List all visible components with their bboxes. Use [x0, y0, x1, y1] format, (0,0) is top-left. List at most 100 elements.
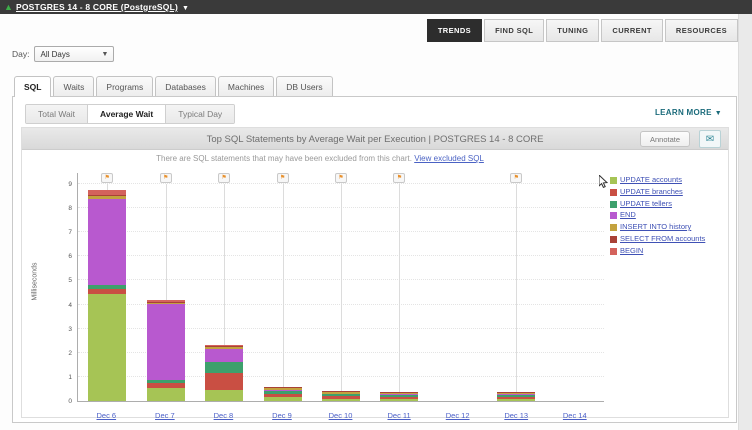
y-tick-label: 2: [68, 349, 72, 357]
x-label-cell: Dec 10: [311, 405, 370, 423]
bar-segment[interactable]: [146, 387, 185, 401]
legend-swatch: [610, 200, 617, 208]
stacked-bar-dec-8[interactable]: [205, 344, 244, 401]
content-panel: Total Wait Average Wait Typical Day LEAR…: [12, 96, 737, 423]
y-axis-title: Milliseconds: [31, 262, 39, 301]
x-axis-date-link[interactable]: Dec 14: [563, 411, 587, 420]
legend-item[interactable]: UPDATE branches: [610, 187, 705, 196]
annotation-flag-icon[interactable]: ⚑: [510, 173, 523, 183]
x-axis-date-link[interactable]: Dec 13: [504, 411, 528, 420]
y-tick-label: 7: [68, 229, 72, 237]
annotation-flag-icon[interactable]: ⚑: [393, 173, 406, 183]
x-axis-date-link[interactable]: Dec 6: [96, 411, 116, 420]
bar-segment[interactable]: [205, 373, 244, 391]
legend-sql-link[interactable]: INSERT INTO history: [620, 222, 691, 231]
nav-resources-button[interactable]: RESOURCES: [664, 19, 738, 42]
bar-segment[interactable]: [321, 398, 360, 401]
x-axis-date-link[interactable]: Dec 10: [329, 411, 353, 420]
x-axis-date-link[interactable]: Dec 12: [446, 411, 470, 420]
stacked-bar-dec-6[interactable]: [88, 189, 127, 401]
x-label-cell: Dec 14: [546, 405, 605, 423]
x-label-cell: Dec 9: [253, 405, 312, 423]
tab-programs[interactable]: Programs: [96, 76, 154, 96]
tab-db-users[interactable]: DB Users: [276, 76, 333, 96]
bar-segment[interactable]: [380, 399, 419, 401]
stacked-bar-dec-7[interactable]: [146, 299, 185, 401]
app-window: ▲ POSTGRES 14 - 8 CORE (PostgreSQL) ▼ TRE…: [0, 0, 752, 430]
legend-item[interactable]: UPDATE accounts: [610, 175, 705, 184]
nav-trends-button[interactable]: TRENDS: [426, 19, 483, 42]
view-excluded-sql-link[interactable]: View excluded SQL: [414, 154, 484, 163]
annotation-flag-icon[interactable]: ⚑: [159, 173, 172, 183]
legend-sql-link[interactable]: END: [620, 210, 636, 219]
legend-item[interactable]: END: [610, 210, 705, 220]
email-chart-button[interactable]: ✉: [699, 130, 721, 148]
x-axis-labels: Dec 6 Dec 7 Dec 8 Dec 9 Dec 10 Dec 11 Dec 12 De…: [77, 405, 604, 423]
bar-segment[interactable]: [205, 349, 244, 363]
annotation-flag-icon[interactable]: ⚑: [101, 173, 114, 183]
stacked-bar-dec-10[interactable]: [321, 390, 360, 401]
legend-sql-link[interactable]: BEGIN: [620, 246, 643, 255]
x-label-cell: Dec 13: [487, 405, 546, 423]
chart-column: ⚑: [78, 173, 136, 401]
tab-sql[interactable]: SQL: [14, 76, 52, 97]
legend-item[interactable]: INSERT INTO history: [610, 222, 705, 231]
bar-segment[interactable]: [263, 397, 302, 401]
tab-machines[interactable]: Machines: [217, 76, 275, 96]
legend-sql-link[interactable]: UPDATE tellers: [620, 199, 672, 208]
toggle-average-wait[interactable]: Average Wait: [88, 105, 167, 123]
legend-item[interactable]: UPDATE tellers: [610, 199, 705, 208]
annotation-flag-icon[interactable]: ⚑: [276, 173, 289, 183]
chart-column: [546, 173, 604, 401]
chart-column: [429, 173, 487, 401]
nav-tuning-button[interactable]: TUNING: [546, 19, 600, 42]
bar-segment[interactable]: [497, 399, 536, 401]
x-axis-date-link[interactable]: Dec 9: [272, 411, 292, 420]
toggle-typical-day[interactable]: Typical Day: [166, 105, 235, 123]
day-label: Day:: [12, 49, 30, 59]
stacked-bar-dec-11[interactable]: [380, 391, 419, 401]
x-axis-date-link[interactable]: Dec 7: [155, 411, 175, 420]
annotate-button[interactable]: Annotate: [639, 131, 690, 147]
chevron-down-icon: ▼: [714, 110, 722, 117]
legend-item[interactable]: SELECT FROM accounts: [610, 234, 705, 243]
chart-title: Top SQL Statements by Average Wait per E…: [206, 133, 544, 145]
bar-segment[interactable]: [88, 199, 127, 286]
y-tick-label: 8: [68, 205, 72, 213]
bar-segment[interactable]: [146, 304, 185, 381]
stacked-bar-dec-9[interactable]: [263, 386, 302, 401]
y-axis: 0 1 2 3 4 5 6 7 8 9: [58, 173, 74, 405]
chevron-down-icon: ▼: [101, 50, 109, 58]
bar-segment[interactable]: [88, 293, 127, 401]
x-axis-date-link[interactable]: Dec 8: [214, 411, 234, 420]
x-axis-date-link[interactable]: Dec 11: [387, 411, 410, 420]
bar-segment[interactable]: [205, 390, 244, 401]
excluded-sql-text: There are SQL statements that may have b…: [156, 154, 412, 163]
x-label-cell: Dec 7: [136, 405, 195, 423]
legend-sql-link[interactable]: UPDATE branches: [620, 187, 683, 196]
main-nav: TRENDS FIND SQL TUNING CURRENT RESOURCES: [426, 19, 738, 42]
day-select[interactable]: All Days ▼: [34, 46, 115, 62]
nav-current-button[interactable]: CURRENT: [601, 19, 663, 42]
legend-item[interactable]: BEGIN: [610, 246, 705, 255]
legend-swatch: [610, 188, 617, 196]
legend-swatch: [610, 235, 617, 243]
stacked-bar-dec-13[interactable]: [497, 391, 536, 401]
toggle-total-wait[interactable]: Total Wait: [26, 105, 89, 123]
tab-waits[interactable]: Waits: [53, 76, 95, 96]
tab-databases[interactable]: Databases: [155, 76, 216, 96]
annotation-flag-icon[interactable]: ⚑: [334, 173, 347, 183]
nav-find-sql-button[interactable]: FIND SQL: [484, 19, 545, 42]
legend-swatch: [610, 224, 617, 231]
excluded-sql-notice: There are SQL statements that may have b…: [22, 154, 618, 163]
annotation-flag-icon[interactable]: ⚑: [218, 173, 231, 183]
annotation-guide-line: [516, 184, 518, 401]
bar-segment[interactable]: [205, 362, 244, 374]
chart-header: Top SQL Statements by Average Wait per E…: [22, 128, 728, 150]
plot-columns: ⚑ ⚑ ⚑ ⚑ ⚑ ⚑ ⚑: [78, 173, 604, 401]
x-label-cell: Dec 8: [194, 405, 253, 423]
legend-sql-link[interactable]: UPDATE accounts: [620, 175, 682, 184]
database-instance-link[interactable]: POSTGRES 14 - 8 CORE (PostgreSQL) ▼: [16, 1, 189, 15]
learn-more-menu[interactable]: LEARN MORE ▼: [655, 108, 722, 117]
legend-sql-link[interactable]: SELECT FROM accounts: [620, 234, 705, 243]
